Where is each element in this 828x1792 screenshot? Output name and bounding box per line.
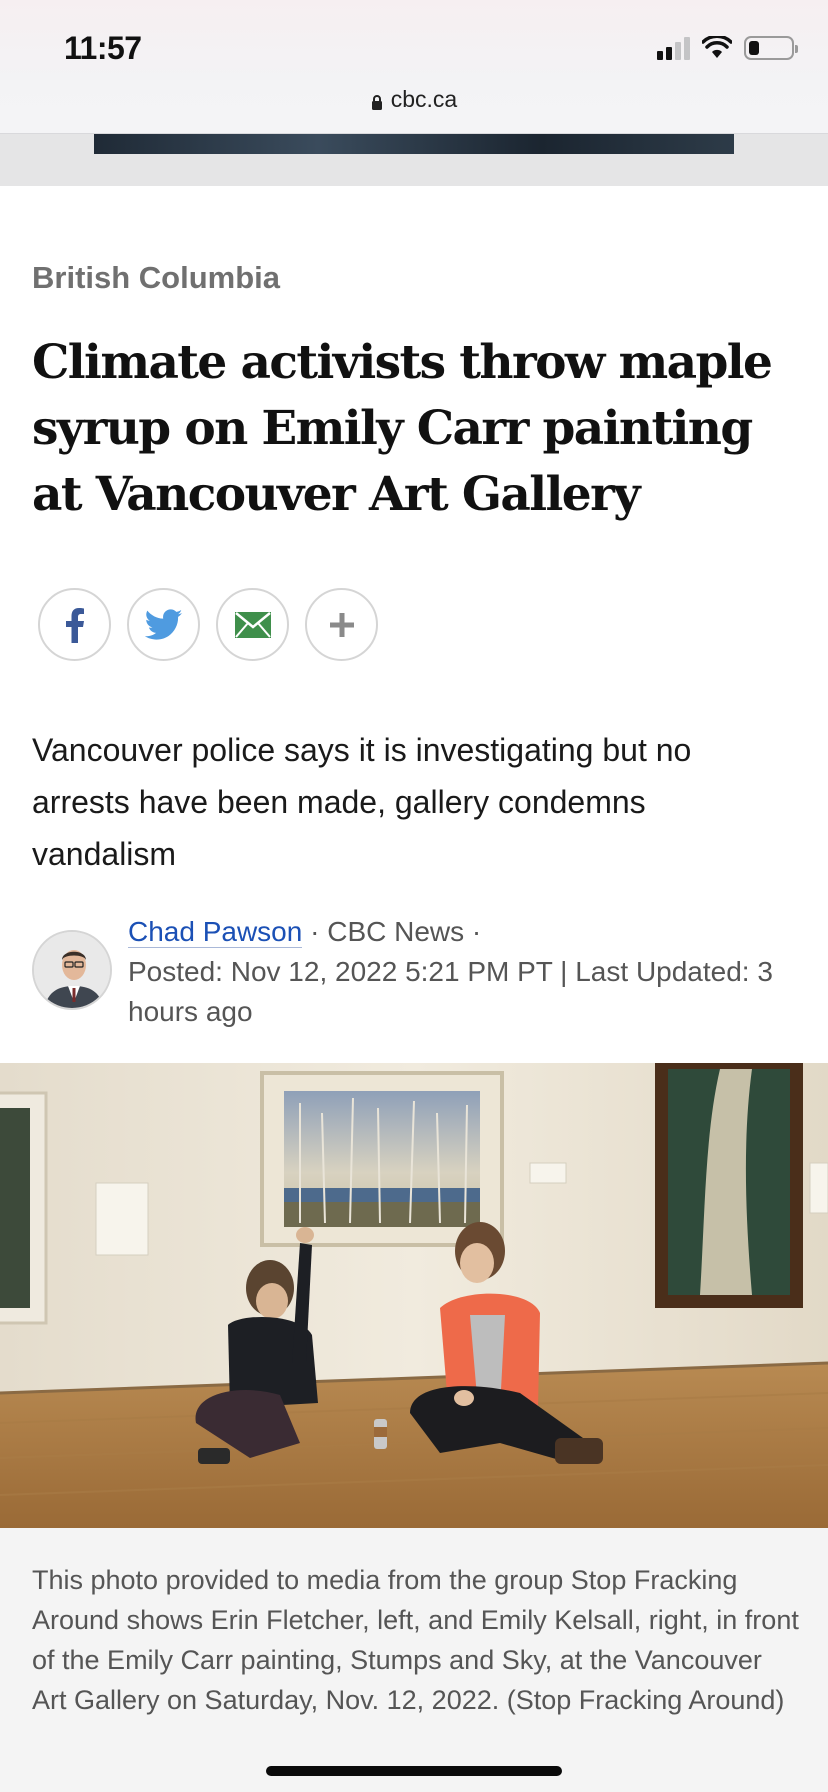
share-more-button[interactable] [305,588,378,661]
gallery-photo-image [0,1063,828,1528]
byline-separator: · [464,916,482,947]
share-twitter-button[interactable] [127,588,200,661]
author-link[interactable]: Chad Pawson [128,916,303,948]
browser-chrome: 11:57 cbc.ca [0,0,828,134]
home-indicator[interactable] [266,1766,562,1776]
section-label[interactable]: British Columbia [32,260,280,296]
status-time: 11:57 [64,30,142,66]
status-icons [657,36,798,60]
lock-icon [371,94,382,110]
facebook-icon [65,607,84,643]
article-deck: Vancouver police says it is investigatin… [32,732,692,872]
battery-icon [744,36,798,60]
url-text: cbc.ca [390,86,458,112]
byline-separator: · [302,916,328,947]
ad-strip [0,134,828,186]
wifi-icon [702,36,732,58]
byline-text: Chad Pawson · CBC News · Posted: Nov 12,… [128,912,802,1032]
photo-caption: This photo provided to media from the gr… [32,1565,799,1715]
article-photo[interactable] [0,1063,828,1528]
article-headline: Climate activists throw maple syrup on E… [32,335,773,522]
posted-timestamp: Posted: Nov 12, 2022 5:21 PM PT | Last U… [128,956,773,1027]
email-icon [234,611,271,638]
cellular-signal-icon [657,36,690,60]
share-email-button[interactable] [216,588,289,661]
author-avatar[interactable] [32,930,112,1010]
share-buttons [38,588,378,661]
byline-outlet: CBC News [327,916,465,947]
address-bar[interactable]: cbc.ca [0,86,828,113]
ad-banner[interactable] [94,134,734,154]
share-facebook-button[interactable] [38,588,111,661]
author-portrait-image [34,932,110,1008]
twitter-icon [144,608,182,640]
plus-icon [329,612,354,637]
